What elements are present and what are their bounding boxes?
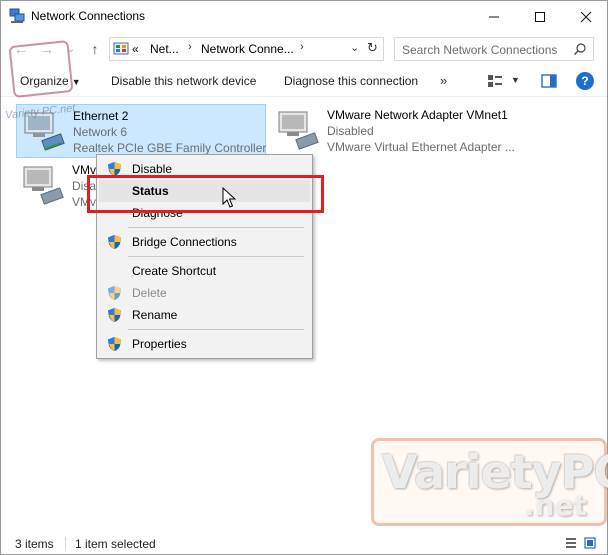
window-title: Network Connections <box>31 9 146 23</box>
menu-separator <box>128 329 304 330</box>
command-bar: Organize ▼ Disable this network device Di… <box>1 67 607 97</box>
refresh-icon[interactable]: ↻ <box>367 40 378 56</box>
title-bar: Network Connections <box>1 1 607 32</box>
status-bar: 3 items 1 item selected <box>1 532 607 554</box>
watermark-tld: .net <box>524 489 587 522</box>
diagnose-button[interactable]: Diagnose this connection <box>284 74 418 88</box>
caret-down-icon: ▼ <box>71 77 81 87</box>
menu-item-label: Create Shortcut <box>132 264 217 278</box>
help-button[interactable]: ? <box>576 72 594 90</box>
search-box[interactable]: Search Network Connections <box>394 37 594 61</box>
view-options-caret-icon[interactable]: ▼ <box>511 75 520 85</box>
navigation-bar: ← → ⌄ ↑ « Net... › Network Conne... › ⌄ <box>1 33 607 65</box>
menu-item-delete[interactable]: Delete <box>99 282 310 304</box>
chevron-right-icon[interactable]: › <box>300 41 304 53</box>
connection-name: VMware Network Adapter VMnet1 <box>327 108 508 122</box>
search-placeholder: Search Network Connections <box>402 43 558 57</box>
up-arrow-icon: ↑ <box>91 41 99 57</box>
connection-name: Ethernet 2 <box>73 109 129 123</box>
uac-shield-icon <box>108 308 121 322</box>
menu-separator <box>128 227 304 228</box>
connection-status: Network 6 <box>73 125 128 139</box>
menu-separator <box>128 256 304 257</box>
uac-shield-icon <box>108 235 121 249</box>
mouse-cursor-icon <box>222 187 236 208</box>
up-button[interactable]: ↑ <box>85 39 105 59</box>
menu-item-properties[interactable]: Properties <box>99 333 310 355</box>
connection-item-vmnet1[interactable]: VMware Network Adapter VMnet1 Disabled V… <box>271 104 541 158</box>
annotation-highlight-box <box>87 175 324 213</box>
connection-status: Disabled <box>327 124 374 138</box>
item-count: 3 items <box>15 537 54 551</box>
connection-device: Realtek PCIe GBE Family Controller <box>73 141 267 155</box>
menu-item-label: Rename <box>132 308 178 322</box>
watermark-logo-frame <box>8 40 74 98</box>
menu-item-create-shortcut[interactable]: Create Shortcut <box>99 260 310 282</box>
close-button[interactable] <box>563 1 608 32</box>
maximize-button[interactable] <box>517 1 563 32</box>
chevron-right-icon[interactable]: › <box>188 41 192 53</box>
address-bar[interactable]: « Net... › Network Conne... › ⌄ ↻ <box>109 37 384 61</box>
connection-item-vmnet8[interactable]: VMv Disa VMv <box>16 159 96 213</box>
path-overflow[interactable]: « <box>132 42 139 56</box>
control-panel-icon <box>113 42 129 55</box>
preview-pane-icon[interactable] <box>541 74 557 88</box>
minimize-button[interactable] <box>471 1 517 32</box>
address-dropdown-icon[interactable]: ⌄ <box>350 41 359 54</box>
uac-shield-icon <box>108 337 121 351</box>
menu-item-label: Delete <box>132 286 167 300</box>
watermark-logo: VarietyPC .net <box>371 438 608 526</box>
network-connections-icon <box>9 8 25 23</box>
uac-shield-icon <box>108 286 121 300</box>
breadcrumb-segment-2[interactable]: Network Conne... <box>201 42 294 56</box>
details-view-icon[interactable] <box>565 537 577 549</box>
disable-device-button[interactable]: Disable this network device <box>111 74 256 88</box>
explorer-window: Network Connections ← → ⌄ ↑ « Net... › N… <box>0 0 608 555</box>
menu-item-rename[interactable]: Rename <box>99 304 310 326</box>
network-adapter-icon <box>23 166 64 205</box>
search-icon <box>574 43 586 55</box>
network-adapter-icon <box>278 111 319 150</box>
menu-item-label: Bridge Connections <box>132 235 237 249</box>
large-icons-view-icon[interactable] <box>584 537 596 549</box>
selection-count: 1 item selected <box>75 537 156 551</box>
help-icon: ? <box>581 74 589 88</box>
breadcrumb-segment-1[interactable]: Net... <box>150 42 179 56</box>
change-view-icon[interactable] <box>487 74 503 88</box>
menu-item-label: Disable <box>132 162 173 176</box>
maximize-icon <box>535 11 545 22</box>
connection-device: VMware Virtual Ethernet Adapter ... <box>327 140 515 154</box>
more-commands-button[interactable]: » <box>440 73 447 88</box>
status-separator <box>65 537 66 550</box>
menu-item-label: Properties <box>132 337 187 351</box>
minimize-icon <box>489 16 499 17</box>
close-icon <box>580 11 592 22</box>
menu-item-bridge-connections[interactable]: Bridge Connections <box>99 231 310 253</box>
